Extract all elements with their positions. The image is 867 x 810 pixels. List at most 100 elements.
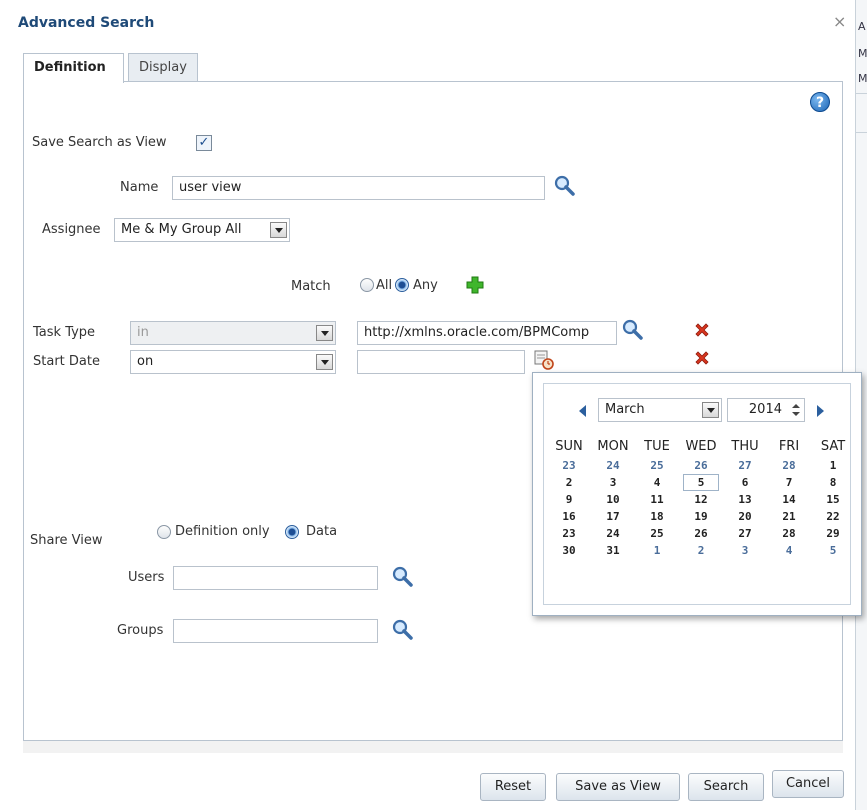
delete-icon[interactable] [693, 349, 711, 367]
calendar-day-label: 4 [785, 544, 793, 557]
calendar-day[interactable]: 17 [591, 508, 635, 525]
calendar-day[interactable]: 3 [591, 474, 635, 491]
tab-definition[interactable]: Definition [23, 53, 124, 83]
calendar-icon[interactable] [533, 349, 555, 371]
calendar-day[interactable]: 23 [547, 525, 591, 542]
dialog-title: Advanced Search [18, 15, 155, 31]
calendar-day[interactable]: 6 [723, 474, 767, 491]
panel-footer [23, 741, 843, 753]
calendar-day[interactable]: 15 [811, 491, 855, 508]
calendar-day[interactable]: 28 [767, 457, 811, 474]
calendar-day[interactable]: 30 [547, 542, 591, 559]
calendar-week: 23 24 25 26 27 28 1 [547, 457, 855, 474]
condition-value-input[interactable]: http://xmlns.oracle.com/BPMComp [357, 321, 617, 345]
share-definition-radio[interactable] [157, 525, 171, 539]
calendar-day[interactable]: 12 [679, 491, 723, 508]
search-button[interactable]: Search [688, 773, 764, 801]
close-icon[interactable]: × [833, 12, 846, 31]
calendar-day[interactable]: 24 [591, 457, 635, 474]
save-search-checkbox[interactable]: ✓ [196, 135, 212, 151]
save-search-label: Save Search as View [32, 135, 167, 150]
calendar-day[interactable]: 21 [767, 508, 811, 525]
calendar-day-label: 27 [738, 527, 752, 540]
save-as-view-button[interactable]: Save as View [556, 773, 680, 801]
groups-label: Groups [117, 623, 164, 638]
weekday-header: WED [685, 438, 717, 454]
calendar-day[interactable]: 1 [811, 457, 855, 474]
calendar-week: 9 10 11 12 13 14 15 [547, 491, 855, 508]
calendar-day[interactable]: 27 [723, 525, 767, 542]
search-icon[interactable] [553, 174, 575, 196]
calendar-day[interactable]: 29 [811, 525, 855, 542]
calendar-day[interactable]: 11 [635, 491, 679, 508]
calendar-day-label: 7 [785, 476, 793, 489]
calendar-day[interactable]: 23 [547, 457, 591, 474]
calendar-day[interactable]: 22 [811, 508, 855, 525]
condition-operator-select[interactable]: in [130, 321, 336, 345]
name-input[interactable]: user view [172, 176, 545, 200]
calendar-week: 16 17 18 19 20 21 22 [547, 508, 855, 525]
share-data-radio[interactable] [285, 525, 299, 539]
calendar-day-label: 29 [826, 527, 840, 540]
users-input[interactable] [173, 566, 378, 590]
calendar-day[interactable]: 19 [679, 508, 723, 525]
month-select[interactable]: March [598, 398, 722, 422]
calendar-day[interactable]: 2 [547, 474, 591, 491]
next-month-icon[interactable] [816, 404, 826, 418]
calendar-day[interactable]: 5 [811, 542, 855, 559]
search-icon[interactable] [621, 318, 643, 340]
delete-icon[interactable] [693, 321, 711, 339]
chevron-down-icon[interactable] [316, 354, 333, 370]
calendar-day[interactable]: 4 [635, 474, 679, 491]
calendar-day[interactable]: 8 [811, 474, 855, 491]
weekday-header: TUE [644, 438, 670, 454]
calendar-day[interactable]: 2 [679, 542, 723, 559]
calendar-day[interactable]: 7 [767, 474, 811, 491]
calendar-day[interactable]: 20 [723, 508, 767, 525]
condition-operator-select[interactable]: on [130, 350, 336, 374]
match-any-radio[interactable] [395, 278, 409, 292]
calendar-day-label: 18 [650, 510, 664, 523]
calendar-day[interactable]: 18 [635, 508, 679, 525]
calendar-day[interactable]: 24 [591, 525, 635, 542]
calendar-day[interactable]: 1 [635, 542, 679, 559]
search-icon[interactable] [391, 565, 413, 587]
search-icon[interactable] [391, 618, 413, 640]
calendar-day[interactable]: 26 [679, 525, 723, 542]
calendar-day[interactable]: 14 [767, 491, 811, 508]
year-value: 2014 [748, 402, 782, 417]
chevron-down-icon[interactable] [702, 402, 719, 418]
calendar-day[interactable]: 9 [547, 491, 591, 508]
tab-display[interactable]: Display [128, 53, 198, 81]
assignee-select[interactable]: Me & My Group All [114, 218, 290, 242]
share-view-label: Share View [30, 533, 103, 548]
calendar-day[interactable]: 25 [635, 525, 679, 542]
condition-field-label: Task Type [33, 325, 96, 340]
calendar-day[interactable]: 26 [679, 457, 723, 474]
calendar-grid: SUN MON TUE WED THU FRI SAT 23 24 25 26 27 28 1 2 3 4 5 6… [547, 435, 855, 559]
calendar-day[interactable]: 10 [591, 491, 635, 508]
share-definition-label: Definition only [175, 524, 270, 539]
calendar-day[interactable]: 16 [547, 508, 591, 525]
calendar-day[interactable]: 3 [723, 542, 767, 559]
calendar-day-label: 1 [829, 459, 837, 472]
match-all-radio[interactable] [360, 278, 374, 292]
calendar-day[interactable]: 28 [767, 525, 811, 542]
calendar-day[interactable]: 25 [635, 457, 679, 474]
chevron-down-icon[interactable] [270, 222, 287, 238]
calendar-day[interactable]: 13 [723, 491, 767, 508]
start-date-input[interactable] [357, 350, 525, 374]
help-icon[interactable]: ? [810, 92, 830, 112]
groups-input[interactable] [173, 619, 378, 643]
divider [856, 132, 867, 133]
cancel-button[interactable]: Cancel [772, 770, 844, 798]
add-icon[interactable] [466, 276, 484, 294]
reset-button[interactable]: Reset [480, 773, 546, 801]
calendar-day[interactable]: 4 [767, 542, 811, 559]
calendar-day[interactable]: 31 [591, 542, 635, 559]
calendar-day[interactable]: 27 [723, 457, 767, 474]
chevron-down-icon[interactable] [316, 325, 333, 341]
calendar-day[interactable]: 5 [679, 474, 723, 491]
previous-month-icon[interactable] [577, 404, 587, 418]
year-stepper-icon[interactable] [789, 401, 803, 419]
